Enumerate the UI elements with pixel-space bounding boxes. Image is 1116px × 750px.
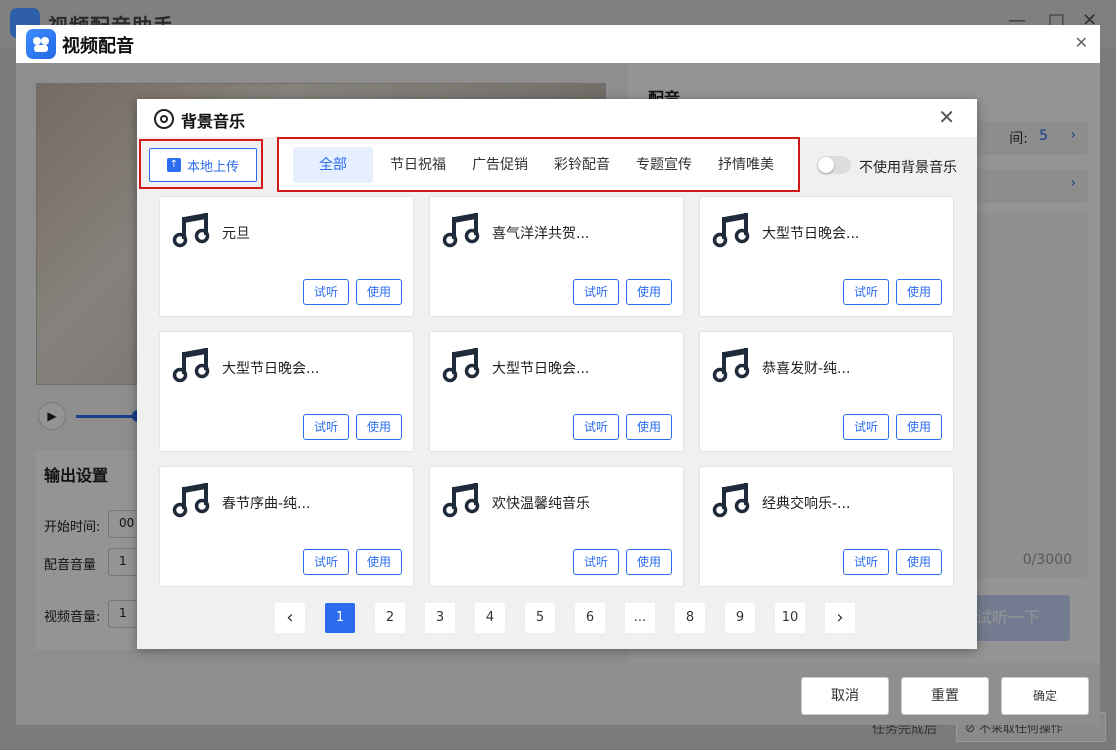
track-listen-button[interactable]: 试听 <box>303 549 349 575</box>
track-listen-button[interactable]: 试听 <box>573 279 619 305</box>
no-bg-music-toggle[interactable] <box>817 156 851 174</box>
track-name: 喜气洋洋共贺... <box>492 226 590 242</box>
music-track-card[interactable]: 大型节日晚会... 试听 使用 <box>699 196 954 317</box>
local-upload-button[interactable]: ↑ 本地上传 <box>149 148 257 182</box>
page-button[interactable]: 8 <box>675 603 705 633</box>
reset-button[interactable]: 重置 <box>901 677 989 715</box>
track-name: 大型节日晚会... <box>222 361 320 377</box>
upload-highlight-box: ↑ 本地上传 <box>139 139 263 189</box>
track-name: 大型节日晚会... <box>762 226 860 242</box>
tab-holiday-greetings[interactable]: 节日祝福 <box>377 147 459 183</box>
track-use-button[interactable]: 使用 <box>356 414 402 440</box>
music-note-icon <box>170 209 212 251</box>
music-track-card[interactable]: 春节序曲-纯... 试听 使用 <box>159 466 414 587</box>
music-note-icon <box>710 344 752 386</box>
music-disc-icon <box>154 109 174 129</box>
modal-close-icon[interactable]: ✕ <box>938 105 955 129</box>
toggle-knob <box>818 157 834 173</box>
track-use-button[interactable]: 使用 <box>356 549 402 575</box>
track-listen-button[interactable]: 试听 <box>303 414 349 440</box>
music-note-icon <box>440 209 482 251</box>
track-listen-button[interactable]: 试听 <box>573 549 619 575</box>
background-music-modal: 背景音乐 ✕ ↑ 本地上传 全部 节日祝福 广告促销 彩铃配音 专题宣传 抒情唯… <box>137 99 977 649</box>
track-listen-button[interactable]: 试听 <box>573 414 619 440</box>
music-track-card[interactable]: 大型节日晚会... 试听 使用 <box>429 331 684 452</box>
track-use-button[interactable]: 使用 <box>896 279 942 305</box>
modal-header: 背景音乐 ✕ <box>137 99 977 137</box>
track-use-button[interactable]: 使用 <box>896 549 942 575</box>
page-button[interactable]: 1 <box>325 603 355 633</box>
music-track-card[interactable]: 欢快温馨纯音乐试听 使用 <box>429 466 684 587</box>
music-note-icon <box>440 344 482 386</box>
page-button[interactable]: 9 <box>725 603 755 633</box>
track-listen-button[interactable]: 试听 <box>843 549 889 575</box>
music-note-icon <box>710 479 752 521</box>
music-note-icon <box>170 344 212 386</box>
modal-title: 背景音乐 <box>181 112 246 131</box>
page-button[interactable]: 5 <box>525 603 555 633</box>
track-use-button[interactable]: 使用 <box>626 549 672 575</box>
page-button[interactable]: 6 <box>575 603 605 633</box>
track-name: 恭喜发财-纯... <box>762 361 851 377</box>
confirm-button[interactable]: 确定 <box>1001 677 1089 715</box>
music-track-card[interactable]: 恭喜发财-纯... 试听 使用 <box>699 331 954 452</box>
page-button[interactable]: 2 <box>375 603 405 633</box>
next-page-icon[interactable]: › <box>825 603 855 633</box>
local-upload-label: 本地上传 <box>186 159 239 175</box>
category-tabs: 全部 节日祝福 广告促销 彩铃配音 专题宣传 抒情唯美 <box>293 147 787 183</box>
tab-ad-promotion[interactable]: 广告促销 <box>459 147 541 183</box>
prev-page-icon[interactable]: ‹ <box>275 603 305 633</box>
track-use-button[interactable]: 使用 <box>356 279 402 305</box>
upload-icon: ↑ <box>166 158 181 172</box>
page-button[interactable]: 3 <box>425 603 455 633</box>
music-track-card[interactable]: 经典交响乐-... 试听 使用 <box>699 466 954 587</box>
track-use-button[interactable]: 使用 <box>626 279 672 305</box>
track-use-button[interactable]: 使用 <box>896 414 942 440</box>
no-bg-music-label: 不使用背景音乐 <box>859 160 957 176</box>
track-name: 元旦 <box>222 226 250 242</box>
track-use-button[interactable]: 使用 <box>626 414 672 440</box>
pagination-ellipsis: ... <box>625 603 655 633</box>
track-listen-button[interactable]: 试听 <box>303 279 349 305</box>
page-button[interactable]: 4 <box>475 603 505 633</box>
dialog-close-icon[interactable]: ✕ <box>1075 33 1088 52</box>
music-track-card[interactable]: 喜气洋洋共贺... 试听 使用 <box>429 196 684 317</box>
track-name: 欢快温馨纯音乐 <box>492 496 590 512</box>
tab-feature-promo[interactable]: 专题宣传 <box>623 147 705 183</box>
music-track-card[interactable]: 元旦试听 使用 <box>159 196 414 317</box>
dialog-title: 视频配音 <box>62 36 134 57</box>
category-tabs-highlight-box: 全部 节日祝福 广告促销 彩铃配音 专题宣传 抒情唯美 <box>277 137 800 192</box>
track-listen-button[interactable]: 试听 <box>843 414 889 440</box>
pagination: ‹ 1 2 3 4 5 6... 8 9 10 › <box>275 603 875 633</box>
music-track-card[interactable]: 大型节日晚会... 试听 使用 <box>159 331 414 452</box>
track-name: 大型节日晚会... <box>492 361 590 377</box>
tab-all[interactable]: 全部 <box>293 147 373 183</box>
music-note-icon <box>710 209 752 251</box>
track-name: 春节序曲-纯... <box>222 496 311 512</box>
music-note-icon <box>170 479 212 521</box>
tab-lyrical[interactable]: 抒情唯美 <box>705 147 787 183</box>
dialog-logo-icon <box>26 29 56 59</box>
track-name: 经典交响乐-... <box>762 496 851 512</box>
cancel-button[interactable]: 取消 <box>801 677 889 715</box>
track-listen-button[interactable]: 试听 <box>843 279 889 305</box>
music-note-icon <box>440 479 482 521</box>
tab-ringtone-dubbing[interactable]: 彩铃配音 <box>541 147 623 183</box>
dialog-header: 视频配音 ✕ <box>16 25 1100 63</box>
page-button[interactable]: 10 <box>775 603 805 633</box>
